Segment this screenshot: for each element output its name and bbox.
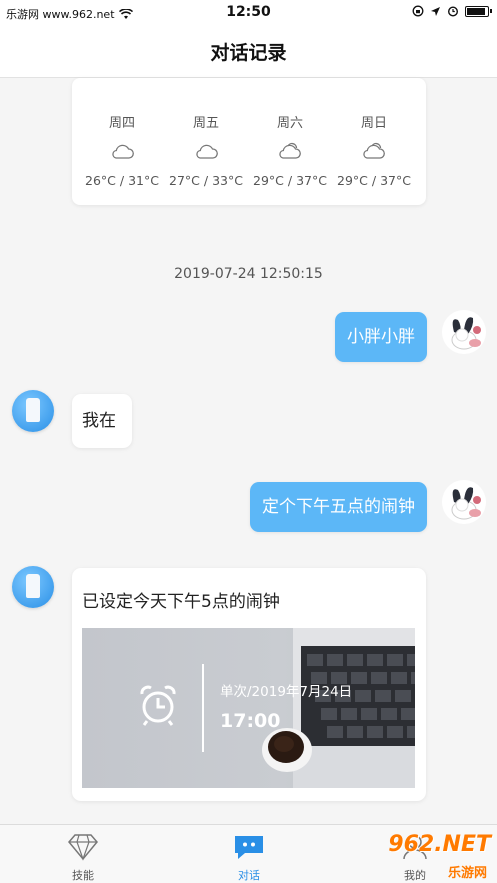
assistant-avatar[interactable] [12, 566, 54, 608]
user-avatar[interactable] [442, 310, 486, 354]
tab-skills[interactable]: 技能 [33, 825, 133, 883]
alarm-result-card[interactable]: 已设定今天下午5点的闹钟 单次/2019年7月24日 17:00 [72, 568, 426, 801]
partly-cloudy-icon [279, 142, 301, 159]
location-icon [431, 6, 440, 16]
weather-day-name: 周四 [108, 116, 135, 131]
diamond-icon [68, 834, 98, 861]
cloud-icon [196, 144, 218, 159]
weather-day: 周六 29°C / 37°C [248, 112, 332, 188]
watermark-text: 乐游网 [447, 866, 487, 881]
weather-temp: 27°C / 33°C [169, 173, 243, 188]
tab-label: 对话 [238, 869, 260, 882]
alarm-clock-icon [140, 685, 176, 726]
weather-day-name: 周日 [360, 116, 387, 131]
smart-speaker-icon [26, 398, 40, 422]
alarm-time: 17:00 [220, 710, 281, 732]
user-message-bubble: 定个下午五点的闹钟 [250, 482, 427, 532]
status-right [412, 5, 492, 17]
weather-day-name: 周五 [192, 116, 219, 131]
chat-icon [235, 836, 263, 859]
user-message-bubble: 小胖小胖 [335, 312, 427, 362]
divider [202, 664, 204, 752]
weather-temp: 29°C / 37°C [337, 173, 411, 188]
rotation-lock-icon [412, 5, 424, 17]
rabbit-avatar-icon [451, 317, 481, 350]
chat-timestamp: 2019-07-24 12:50:15 [174, 266, 323, 282]
alarm-card-image: 单次/2019年7月24日 17:00 [82, 628, 415, 788]
user-avatar[interactable] [442, 480, 486, 524]
weather-forecast-card: 周四 26°C / 31°C 周五 27°C / 33°C 周六 29°C / … [72, 78, 426, 205]
alarm-date: 单次/2019年7月24日 [220, 684, 353, 700]
nav-bar: 对话记录 [0, 26, 497, 78]
smart-speaker-icon [26, 574, 40, 598]
weather-day: 周日 29°C / 37°C [332, 112, 416, 188]
assistant-message-bubble: 我在 [72, 394, 132, 448]
tab-label: 技能 [72, 869, 94, 882]
assistant-message-text: 已设定今天下午5点的闹钟 [82, 592, 280, 612]
tab-chat[interactable]: 对话 [199, 825, 299, 883]
status-bar: 乐游网 www.962.net 12:50 [0, 0, 497, 26]
assistant-avatar[interactable] [12, 390, 54, 432]
alarm-status-icon [447, 6, 459, 17]
battery-icon [465, 5, 492, 17]
weather-temp: 26°C / 31°C [85, 173, 159, 188]
rabbit-avatar-icon [451, 487, 481, 520]
weather-temp: 29°C / 37°C [253, 173, 327, 188]
cloud-icon [112, 144, 134, 159]
weather-day: 周五 27°C / 33°C [164, 112, 248, 188]
page-title: 对话记录 [210, 42, 287, 64]
weather-day-name: 周六 [276, 116, 303, 131]
weather-day: 周四 26°C / 31°C [80, 112, 164, 188]
watermark-logo: 962.NET [388, 832, 491, 857]
partly-cloudy-icon [363, 142, 385, 159]
